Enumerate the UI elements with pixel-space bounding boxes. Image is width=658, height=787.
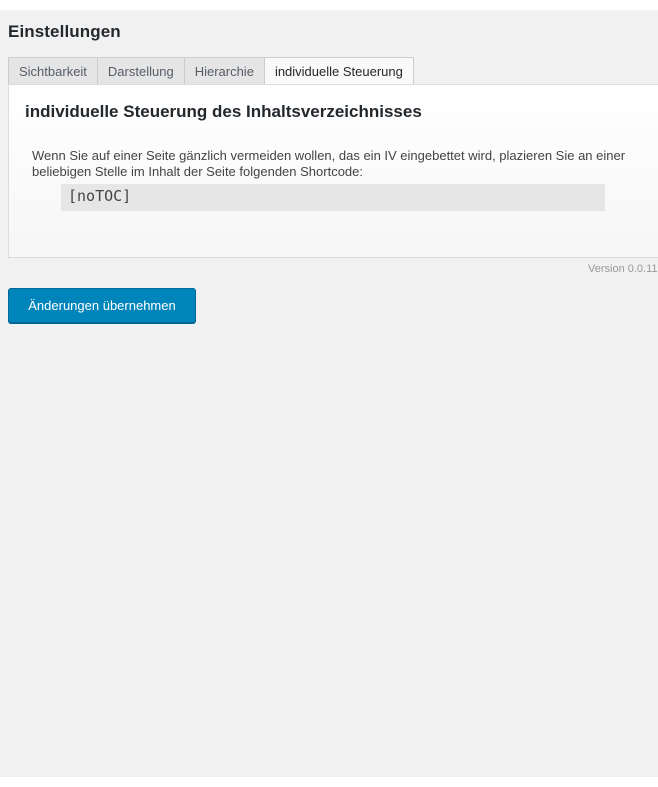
panel-description: Wenn Sie auf einer Seite gänzlich vermei… [32,148,626,179]
tab-hierarchie[interactable]: Hierarchie [183,57,264,85]
settings-page: Einstellungen Sichtbarkeit Darstellung H… [0,10,658,777]
shortcode-box: [noTOC] [61,184,605,211]
tab-darstellung[interactable]: Darstellung [96,57,184,85]
panel-heading: individuelle Steuerung des Inhaltsverzei… [25,102,422,121]
page-title: Einstellungen [8,22,121,41]
tab-individuelle-steuerung[interactable]: individuelle Steuerung [263,57,414,86]
version-label: Version 0.0.11 [588,263,658,275]
tab-bar: Sichtbarkeit Darstellung Hierarchie indi… [8,57,414,86]
tab-sichtbarkeit[interactable]: Sichtbarkeit [8,57,97,85]
save-changes-button[interactable]: Änderungen übernehmen [8,288,196,323]
tab-panel: individuelle Steuerung des Inhaltsverzei… [8,84,658,258]
